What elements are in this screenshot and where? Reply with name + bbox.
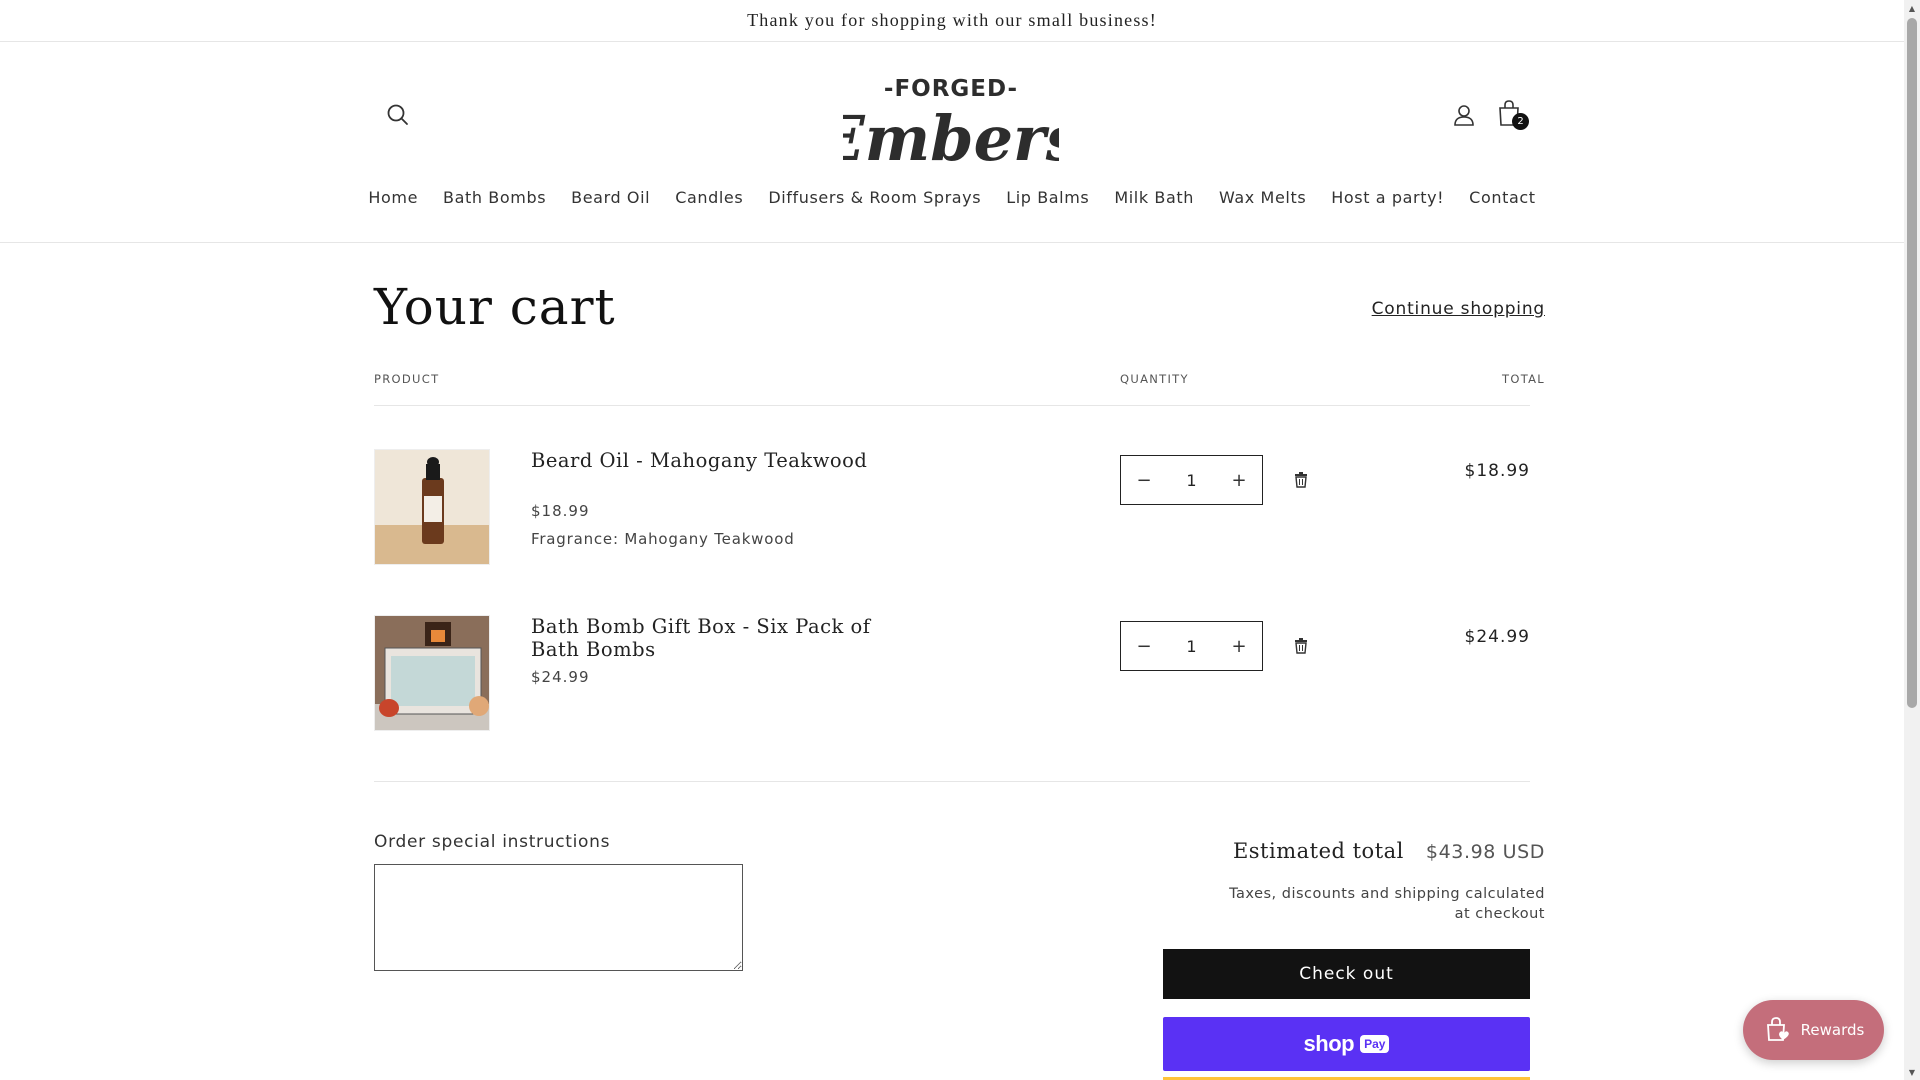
shop-pay-button[interactable]: shop Pay — [1163, 1017, 1530, 1071]
remove-item-button[interactable] — [1294, 638, 1310, 656]
logo-main-text: Embers — [843, 102, 1059, 174]
quantity-decrease-button[interactable]: − — [1121, 622, 1167, 670]
page-scrollbar[interactable]: ▲ ▼ — [1904, 0, 1920, 1080]
cart-button[interactable]: 2 — [1496, 98, 1530, 132]
tax-note: Taxes, discounts and shipping calculated… — [1229, 886, 1545, 922]
cart-item-total: $24.99 — [1464, 627, 1530, 647]
nav-wax-melts[interactable]: Wax Melts — [1207, 188, 1319, 207]
nav-milk-bath[interactable]: Milk Bath — [1102, 188, 1207, 207]
nav-contact[interactable]: Contact — [1457, 188, 1548, 207]
scroll-up-arrow-icon[interactable]: ▲ — [1904, 0, 1920, 16]
quantity-stepper: − 1 + — [1120, 455, 1263, 505]
quantity-input[interactable]: 1 — [1167, 637, 1216, 656]
cart-item: Bath Bomb Gift Box - Six Pack of Bath Bo… — [374, 615, 1530, 731]
column-header-quantity: QUANTITY — [1120, 372, 1189, 386]
nav-candles[interactable]: Candles — [663, 188, 756, 207]
nav-bath-bombs[interactable]: Bath Bombs — [431, 188, 559, 207]
shop-pay-badge: Pay — [1360, 1035, 1390, 1053]
scroll-down-arrow-icon[interactable]: ▼ — [1904, 1064, 1920, 1080]
header-divider — [374, 405, 1530, 406]
rewards-label: Rewards — [1800, 1021, 1865, 1039]
site-logo[interactable]: -FORGED- Embers — [815, 64, 1080, 175]
scrollbar-thumb[interactable] — [1907, 18, 1917, 708]
trash-icon — [1295, 638, 1307, 654]
product-image-bath-bomb-gift-box[interactable] — [374, 615, 490, 731]
announcement-text: Thank you for shopping with our small bu… — [747, 10, 1157, 30]
cart-item-name[interactable]: Bath Bomb Gift Box - Six Pack of Bath Bo… — [531, 615, 871, 661]
quantity-stepper: − 1 + — [1120, 621, 1263, 671]
shopping-bag-heart-icon — [1766, 1017, 1789, 1041]
cart-item-price: $18.99 — [531, 502, 590, 520]
cart-item-price: $24.99 — [531, 668, 590, 686]
site-header: -FORGED- Embers 2 Home Bath Bombs Beard … — [0, 42, 1904, 243]
remove-item-button[interactable] — [1294, 472, 1310, 490]
quantity-increase-button[interactable]: + — [1216, 456, 1262, 504]
main-nav: Home Bath Bombs Beard Oil Candles Diffus… — [0, 188, 1904, 207]
search-icon — [387, 104, 408, 125]
continue-shopping-link[interactable]: Continue shopping — [1372, 299, 1545, 319]
nav-host-a-party[interactable]: Host a party! — [1319, 188, 1457, 207]
nav-beard-oil[interactable]: Beard Oil — [559, 188, 663, 207]
product-image-beard-oil[interactable] — [374, 449, 490, 565]
column-header-total: TOTAL — [1502, 372, 1545, 386]
estimated-total-value: $43.98 USD — [1425, 841, 1545, 863]
quantity-increase-button[interactable]: + — [1216, 622, 1262, 670]
account-button[interactable] — [1450, 102, 1478, 130]
search-button[interactable] — [385, 102, 411, 128]
logo-top-text: -FORGED- — [884, 76, 1018, 102]
estimated-total-label: Estimated total — [1232, 839, 1404, 863]
nav-home[interactable]: Home — [356, 188, 431, 207]
cart-item-name[interactable]: Beard Oil - Mahogany Teakwood — [531, 449, 871, 472]
items-divider — [374, 781, 1530, 782]
cart-count-badge: 2 — [1512, 113, 1529, 130]
nav-diffusers-room-sprays[interactable]: Diffusers & Room Sprays — [756, 188, 994, 207]
announcement-bar: Thank you for shopping with our small bu… — [0, 0, 1904, 42]
quantity-decrease-button[interactable]: − — [1121, 456, 1167, 504]
page-title: Your cart — [374, 278, 616, 336]
trash-icon — [1295, 472, 1307, 488]
nav-lip-balms[interactable]: Lip Balms — [994, 188, 1102, 207]
shop-pay-wordmark: shop — [1303, 1031, 1355, 1056]
cart-item-variant: Fragrance: Mahogany Teakwood — [531, 530, 795, 548]
column-header-product: PRODUCT — [374, 372, 440, 386]
order-instructions-textarea[interactable] — [374, 864, 743, 971]
cart-item: Beard Oil - Mahogany Teakwood $18.99 Fra… — [374, 449, 1530, 565]
quantity-input[interactable]: 1 — [1167, 471, 1216, 490]
rewards-launcher[interactable]: Rewards — [1743, 1000, 1884, 1060]
checkout-button[interactable]: Check out — [1163, 949, 1530, 999]
user-icon — [1454, 105, 1474, 126]
cart-item-total: $18.99 — [1464, 461, 1530, 481]
estimated-total: Estimated total $43.98 USD — [1233, 839, 1545, 863]
order-instructions-label: Order special instructions — [374, 832, 611, 852]
